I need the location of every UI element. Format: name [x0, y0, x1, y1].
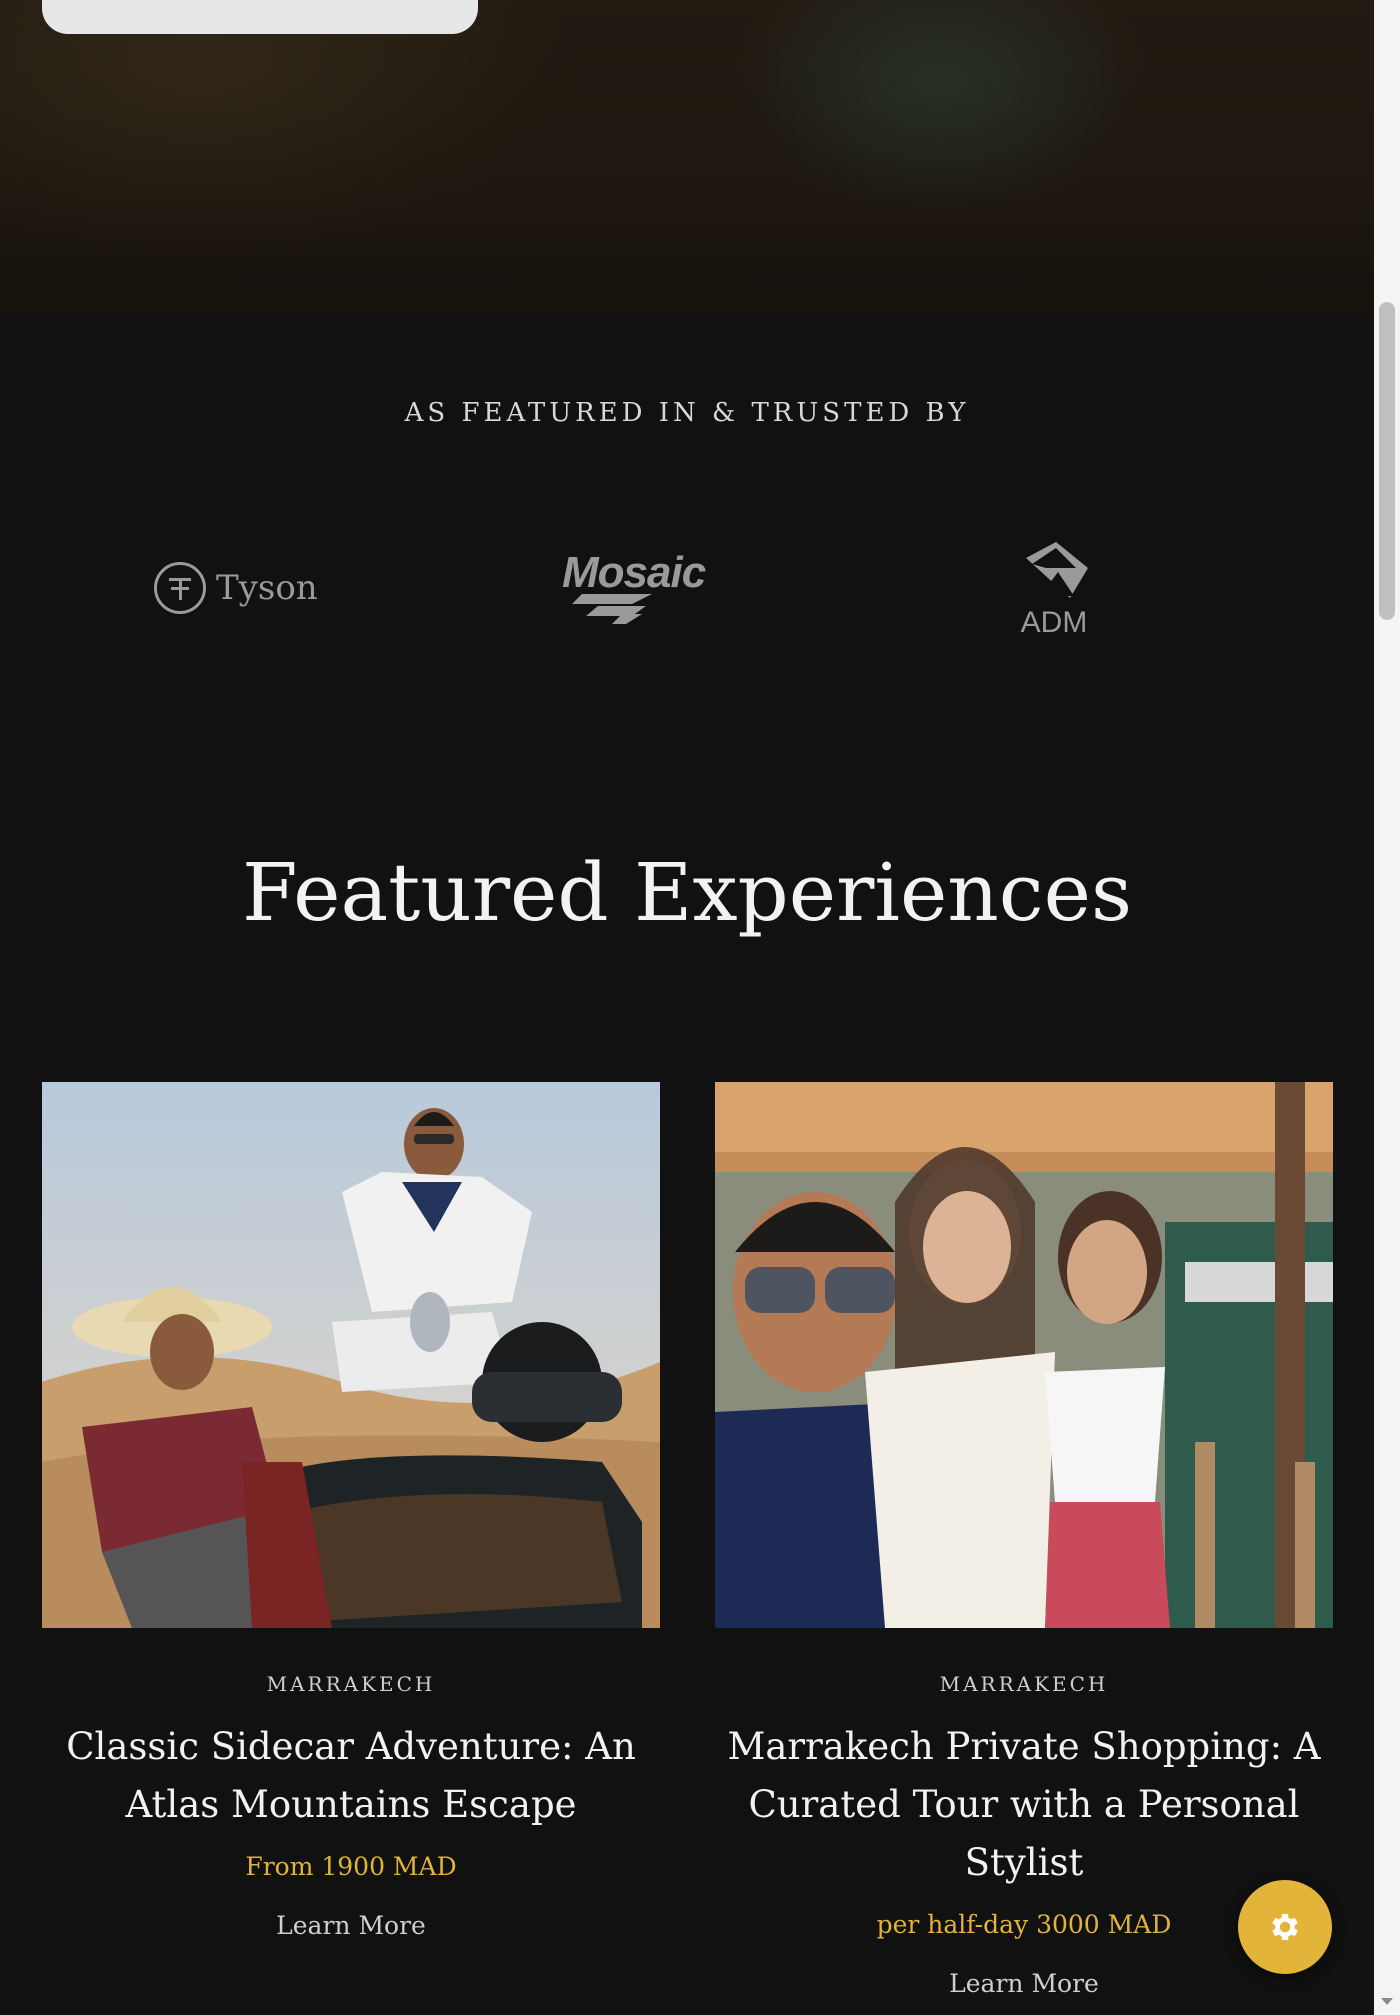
shopping-photo — [715, 1082, 1333, 1628]
tyson-logo-text: Tyson — [216, 568, 318, 608]
tyson-logo: Tyson — [154, 558, 318, 618]
gear-icon — [1272, 1913, 1298, 1941]
card-title[interactable]: Marrakech Private Shopping: A Curated To… — [715, 1718, 1333, 1892]
scroll-down-arrow-icon[interactable] — [1381, 1998, 1393, 2005]
featured-in-heading: AS FEATURED IN & TRUSTED BY — [404, 398, 970, 428]
adm-leaf-icon — [1026, 542, 1088, 598]
hero-image — [0, 0, 1374, 314]
card-image-sidecar[interactable] — [42, 1082, 660, 1628]
card-location: MARRAKECH — [266, 1672, 436, 1696]
settings-fab-button[interactable] — [1238, 1880, 1332, 1974]
experience-card[interactable]: MARRAKECH Marrakech Private Shopping: A … — [715, 1082, 1333, 1998]
card-location: MARRAKECH — [939, 1672, 1109, 1696]
learn-more-link[interactable]: Learn More — [715, 1969, 1333, 1998]
hero-search-pill[interactable] — [42, 0, 478, 34]
section-title: Featured Experiences — [241, 846, 1133, 939]
adm-logo-text: ADM — [1020, 606, 1088, 639]
card-image-shopping[interactable] — [715, 1082, 1333, 1628]
card-price: From 1900 MAD — [245, 1852, 457, 1881]
mosaic-logo: Mosaic — [562, 548, 712, 624]
sidecar-photo — [42, 1082, 660, 1628]
card-title[interactable]: Classic Sidecar Adventure: An Atlas Moun… — [42, 1718, 660, 1834]
adm-logo: ADM — [1012, 538, 1096, 640]
tyson-mark-icon — [154, 562, 206, 614]
learn-more-link[interactable]: Learn More — [42, 1911, 660, 1940]
scrollbar-thumb[interactable] — [1379, 302, 1395, 620]
mosaic-logo-text: Mosaic — [562, 548, 706, 597]
experience-card[interactable]: MARRAKECH Classic Sidecar Adventure: An … — [42, 1082, 660, 1940]
